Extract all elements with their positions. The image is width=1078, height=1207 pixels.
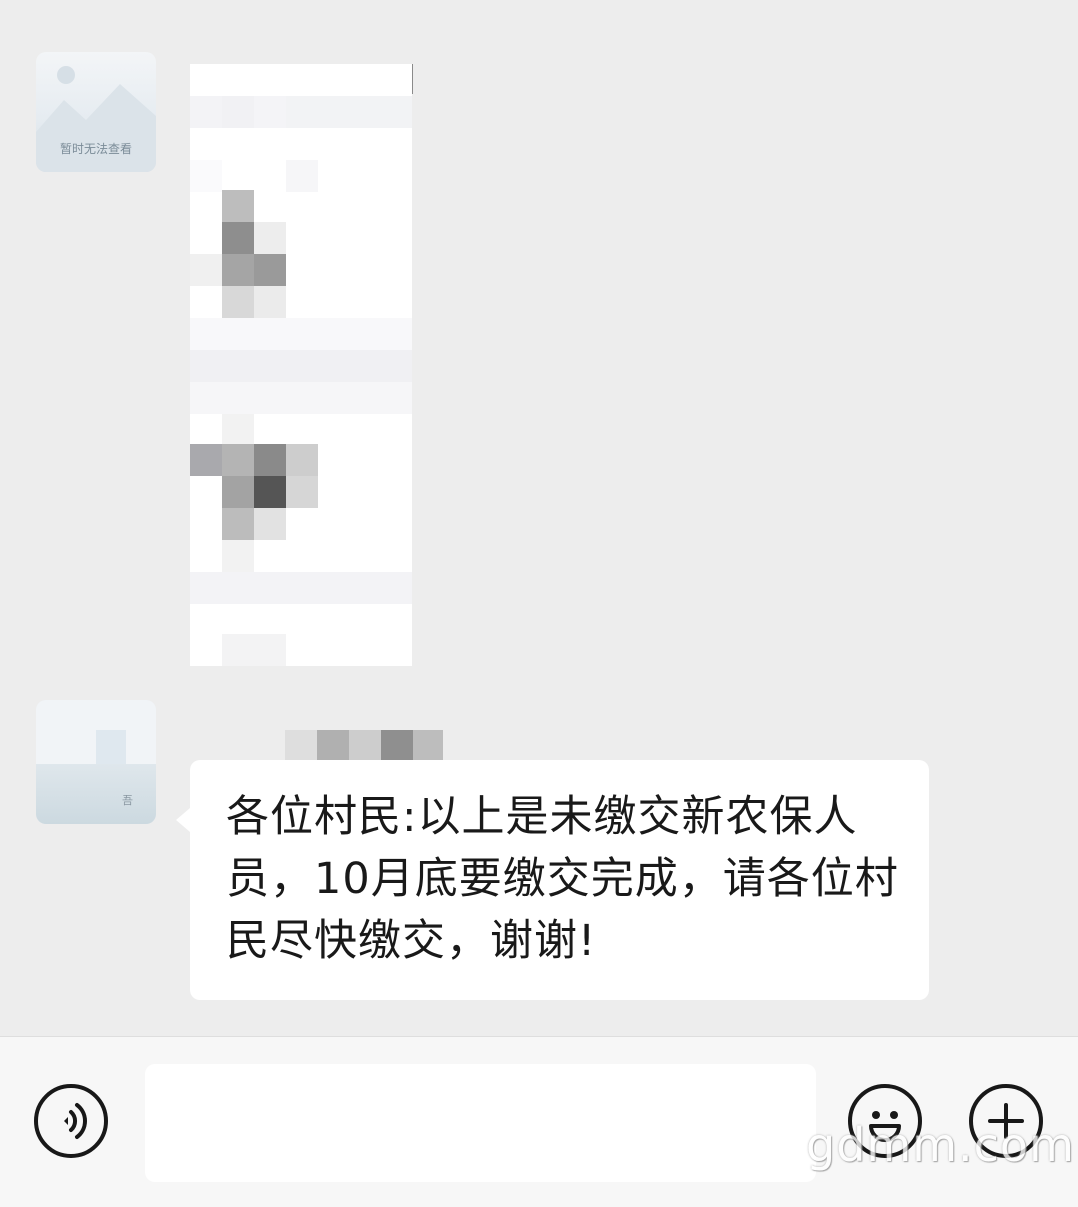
avatar[interactable]: 吾	[36, 700, 156, 824]
watermark: gdmm.com	[806, 1118, 1075, 1172]
avatar-caption: 吾	[122, 794, 133, 807]
avatar-caption: 暂时无法查看	[59, 142, 132, 156]
message-input[interactable]	[145, 1064, 816, 1182]
avatar[interactable]: 暂时无法查看	[36, 52, 156, 172]
message-text: 各位村民:以上是未缴交新农保人员，10月底要缴交完成，请各位村民尽快缴交，谢谢!	[226, 792, 899, 966]
image-message[interactable]	[190, 64, 412, 666]
sender-name-blurred	[285, 730, 443, 760]
voice-icon	[64, 1103, 87, 1139]
text-message-bubble[interactable]: 各位村民:以上是未缴交新农保人员，10月底要缴交完成，请各位村民尽快缴交，谢谢!	[176, 760, 929, 1000]
voice-button[interactable]	[34, 1084, 108, 1158]
chat-area: 暂时无法查看 吾 各位村民:以上是未缴交新农保人员，10月底要缴交完成，请各位村…	[0, 0, 1078, 1036]
